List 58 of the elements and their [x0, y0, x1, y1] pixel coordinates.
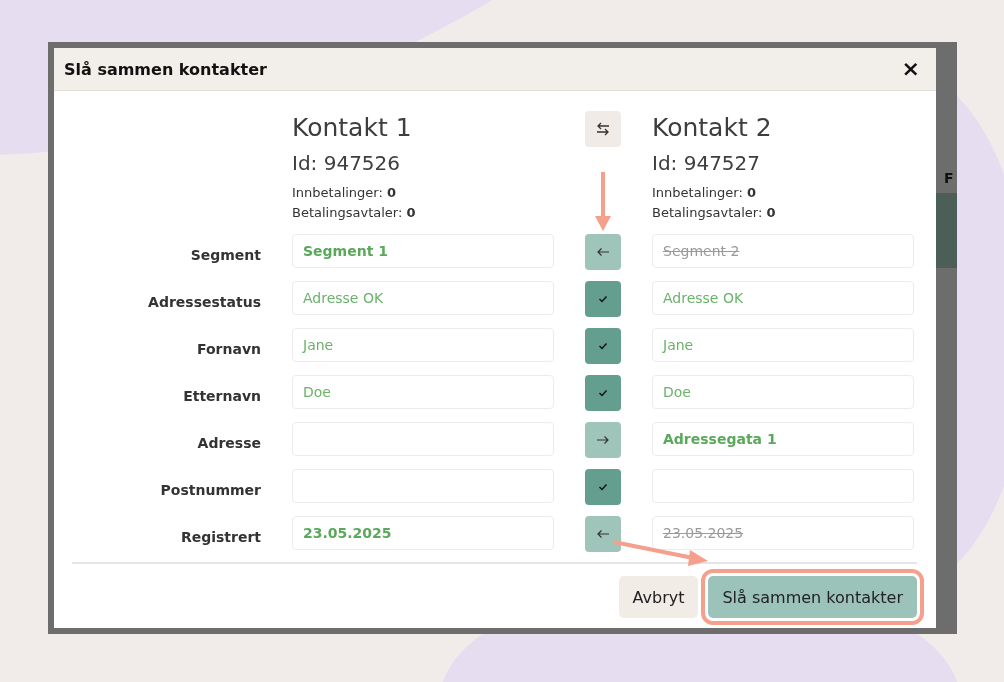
field-label: Postnummer	[159, 481, 261, 498]
value-field[interactable]: 23.05.2025	[652, 516, 914, 550]
agreements-count: Betalingsavtaler: 0	[292, 204, 416, 222]
left-arrow-icon	[596, 529, 610, 539]
field-label: Adresse	[196, 434, 261, 451]
swap-button[interactable]	[585, 111, 621, 147]
check-icon	[598, 483, 608, 491]
field-label: Etternavn	[182, 387, 261, 404]
field-value: Jane	[303, 337, 334, 353]
pick-value-button[interactable]	[585, 234, 621, 270]
field-value: Segment 1	[303, 243, 388, 259]
contact-heading: Kontakt 1	[292, 112, 412, 144]
check-icon	[598, 342, 608, 350]
match-button[interactable]	[585, 281, 621, 317]
match-button[interactable]	[585, 469, 621, 505]
value-field[interactable]: Segment 2	[652, 234, 914, 268]
field-label: Fornavn	[195, 340, 261, 357]
close-button[interactable]: ×	[901, 58, 920, 80]
payments-count: Innbetalinger: 0	[652, 184, 756, 202]
dialog-title: Slå sammen kontakter	[64, 59, 267, 79]
pick-value-button[interactable]	[585, 516, 621, 552]
agreements-count: Betalingsavtaler: 0	[652, 204, 776, 222]
field-value: 23.05.2025	[663, 525, 744, 541]
field-value: Segment 2	[663, 243, 740, 259]
field-value: Jane	[663, 337, 694, 353]
field-value: Adresse OK	[303, 290, 384, 306]
value-field[interactable]: 23.05.2025	[292, 516, 554, 550]
match-button[interactable]	[585, 375, 621, 411]
match-button[interactable]	[585, 328, 621, 364]
value-field[interactable]: Adresse OK	[652, 281, 914, 315]
check-icon	[598, 389, 608, 397]
column-header: F	[943, 170, 955, 186]
contact-id: Id: 947527	[652, 150, 761, 177]
left-arrow-icon	[596, 247, 610, 257]
contact-id: Id: 947526	[292, 150, 401, 177]
pick-value-button[interactable]	[585, 422, 621, 458]
annotation-arrow	[595, 172, 611, 231]
field-label: Registrert	[179, 528, 261, 545]
field-value: Adresse OK	[663, 290, 744, 306]
check-icon	[598, 295, 608, 303]
value-field[interactable]: Segment 1	[292, 234, 554, 268]
field-label: Adressestatus	[147, 293, 261, 310]
cancel-button[interactable]: Avbryt	[618, 576, 699, 618]
contact-heading: Kontakt 2	[652, 112, 772, 144]
value-field[interactable]: Adressegata 1	[652, 422, 914, 456]
field-value: 23.05.2025	[303, 525, 392, 541]
value-field[interactable]: Doe	[292, 375, 554, 409]
swap-arrows-icon	[595, 122, 611, 136]
value-field[interactable]: Adresse OK	[292, 281, 554, 315]
field-value: Doe	[663, 384, 691, 400]
field-value: Doe	[303, 384, 331, 400]
payments-count: Innbetalinger: 0	[292, 184, 396, 202]
field-label: Segment	[189, 246, 261, 263]
value-field[interactable]: Jane	[652, 328, 914, 362]
field-value: Adressegata 1	[663, 431, 777, 447]
right-arrow-icon	[596, 435, 610, 445]
value-field[interactable]: Jane	[292, 328, 554, 362]
value-field[interactable]: Doe	[652, 375, 914, 409]
